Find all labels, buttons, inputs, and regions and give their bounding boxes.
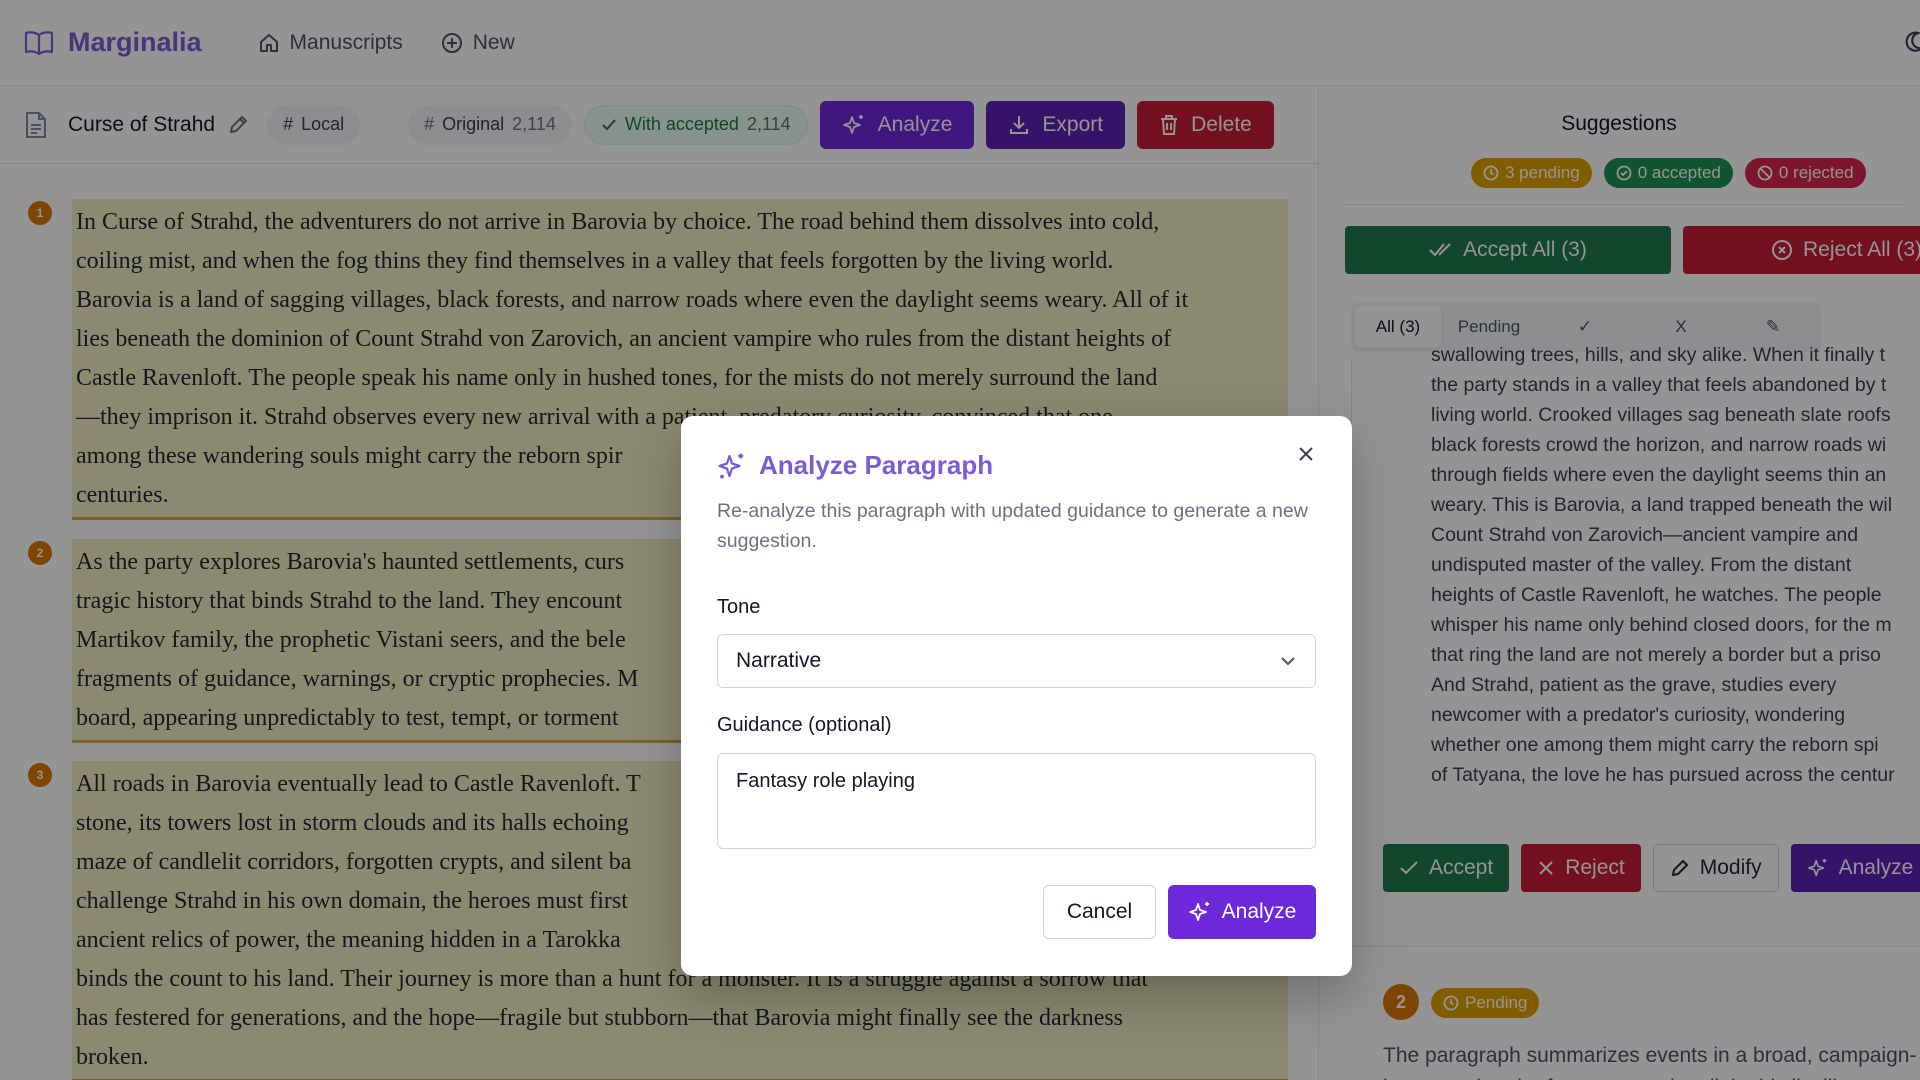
- analyze-paragraph-dialog: Analyze Paragraph Re-analyze this paragr…: [681, 416, 1352, 976]
- sparkles-icon: [1188, 900, 1212, 924]
- tone-label: Tone: [717, 596, 761, 618]
- close-icon: [1297, 445, 1315, 463]
- dialog-description: Re-analyze this paragraph with updated g…: [717, 500, 1308, 552]
- dialog-analyze-button[interactable]: Analyze: [1168, 885, 1316, 939]
- tone-select[interactable]: Narrative: [717, 634, 1316, 688]
- cancel-button[interactable]: Cancel: [1043, 885, 1156, 939]
- tone-select-value: Narrative: [736, 649, 822, 672]
- dialog-analyze-label: Analyze: [1221, 900, 1297, 923]
- guidance-textarea[interactable]: Fantasy role playing: [717, 753, 1316, 849]
- sparkles-icon: [717, 451, 747, 481]
- chevron-down-icon: [1279, 655, 1297, 667]
- dialog-title: Analyze Paragraph: [759, 450, 994, 480]
- guidance-label: Guidance (optional): [717, 714, 892, 736]
- close-button[interactable]: [1292, 440, 1320, 468]
